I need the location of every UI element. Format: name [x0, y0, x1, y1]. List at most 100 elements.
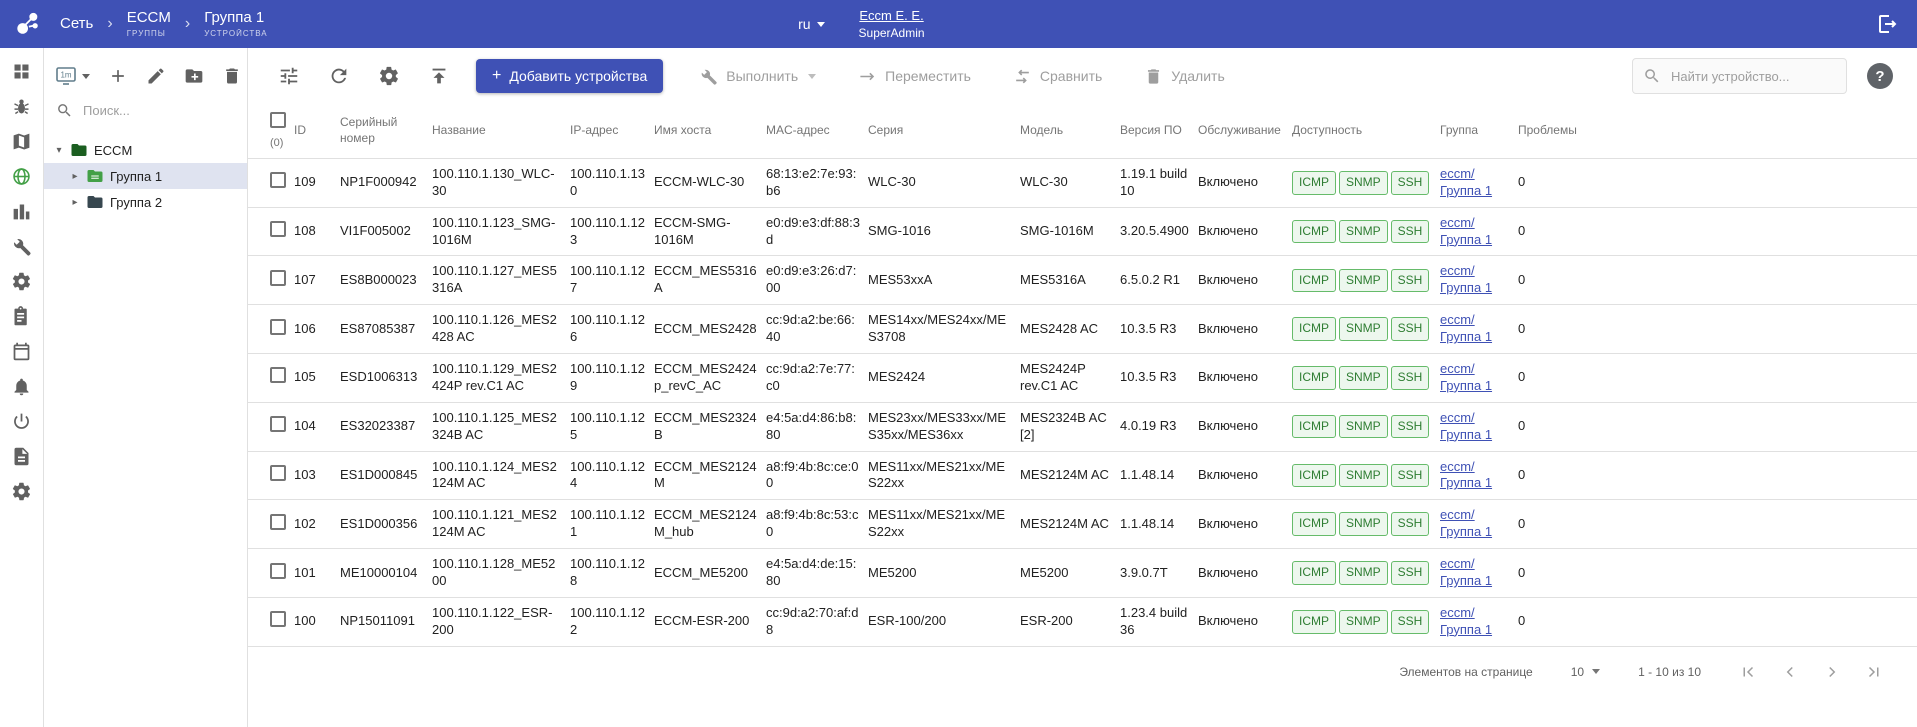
group-link[interactable]: eccm/ — [1440, 459, 1510, 476]
breadcrumb-item-group1[interactable]: Группа 1 УСТРОЙСТВА — [204, 10, 267, 38]
group-link[interactable]: eccm/ — [1440, 361, 1510, 378]
group-link[interactable]: Группа 1 — [1440, 280, 1510, 297]
sidebar-item-events[interactable] — [10, 95, 34, 117]
row-checkbox[interactable] — [270, 270, 286, 286]
tree-item-group2[interactable]: ▸ Группа 2 — [44, 189, 247, 215]
table-settings-button[interactable] — [378, 65, 400, 87]
add-group-button[interactable] — [108, 66, 128, 86]
move-button[interactable]: Переместить — [852, 66, 977, 87]
group-link[interactable]: eccm/ — [1440, 605, 1510, 622]
user-name-link[interactable]: Eccm E. E. — [859, 8, 923, 23]
group-link[interactable]: Группа 1 — [1440, 622, 1510, 639]
table-row[interactable]: 103 ES1D000845 100.110.1.124_MES2124M AC… — [248, 451, 1917, 500]
add-devices-button[interactable]: + Добавить устройства — [476, 59, 663, 93]
table-row[interactable]: 101 ME10000104 100.110.1.128_ME5200 100.… — [248, 549, 1917, 598]
tree-expander-icon[interactable]: ▾ — [54, 145, 64, 156]
tree-item-group1[interactable]: ▸ Группа 1 — [44, 163, 247, 189]
table-row[interactable]: 109 NP1F000942 100.110.1.130_WLC-30 100.… — [248, 158, 1917, 207]
delete-group-button[interactable] — [222, 66, 242, 86]
row-checkbox[interactable] — [270, 319, 286, 335]
row-checkbox[interactable] — [270, 367, 286, 383]
group-link[interactable]: Группа 1 — [1440, 475, 1510, 492]
row-checkbox[interactable] — [270, 611, 286, 627]
column-header-model[interactable]: Модель — [1020, 104, 1120, 158]
logout-button[interactable] — [1875, 12, 1899, 36]
language-select[interactable]: ru — [798, 16, 824, 32]
table-row[interactable]: 102 ES1D000356 100.110.1.121_MES2124M AC… — [248, 500, 1917, 549]
page-size-select[interactable]: 10 — [1571, 665, 1600, 679]
column-header-host[interactable]: Имя хоста — [654, 104, 766, 158]
group-link[interactable]: eccm/ — [1440, 507, 1510, 524]
sidebar-item-schedule[interactable] — [10, 340, 34, 362]
select-all-checkbox[interactable] — [270, 112, 286, 128]
sidebar-item-devices[interactable] — [10, 200, 34, 222]
refresh-button[interactable] — [328, 65, 350, 87]
table-row[interactable]: 105 ESD1006313 100.110.1.129_MES2424P re… — [248, 354, 1917, 403]
table-row[interactable]: 107 ES8B000023 100.110.1.127_MES5316A 10… — [248, 256, 1917, 305]
column-header-maintenance[interactable]: Обслуживание — [1198, 104, 1292, 158]
device-search-input[interactable] — [1669, 68, 1836, 85]
tree-item-eccm[interactable]: ▾ ECCM — [44, 137, 247, 163]
help-button[interactable]: ? — [1867, 63, 1893, 89]
column-header-serial[interactable]: Серийный номер — [340, 104, 432, 158]
tree-expander-icon[interactable]: ▸ — [70, 197, 80, 208]
column-header-id[interactable]: ID — [294, 104, 340, 158]
row-checkbox[interactable] — [270, 172, 286, 188]
upload-button[interactable] — [428, 65, 450, 87]
tree-search-input[interactable] — [81, 102, 235, 119]
group-link[interactable]: eccm/ — [1440, 263, 1510, 280]
column-header-series[interactable]: Серия — [868, 104, 1020, 158]
sidebar-item-network[interactable] — [10, 165, 34, 187]
delete-devices-button[interactable]: Удалить — [1138, 66, 1230, 87]
group-link[interactable]: eccm/ — [1440, 312, 1510, 329]
table-row[interactable]: 100 NP15011091 100.110.1.122_ESR-200 100… — [248, 597, 1917, 646]
sidebar-item-availability[interactable] — [10, 410, 34, 432]
row-checkbox[interactable] — [270, 465, 286, 481]
sidebar-item-logs[interactable] — [10, 445, 34, 467]
table-row[interactable]: 108 VI1F005002 100.110.1.123_SMG-1016M 1… — [248, 207, 1917, 256]
column-header-problems[interactable]: Проблемы — [1518, 104, 1917, 158]
sidebar-item-settings[interactable] — [10, 480, 34, 502]
column-header-availability[interactable]: Доступность — [1292, 104, 1440, 158]
add-subgroup-button[interactable] — [184, 66, 204, 86]
app-logo-icon[interactable] — [8, 4, 48, 44]
group-link[interactable]: Группа 1 — [1440, 524, 1510, 541]
column-header-fw[interactable]: Версия ПО — [1120, 104, 1198, 158]
group-link[interactable]: Группа 1 — [1440, 329, 1510, 346]
breadcrumb-item-network[interactable]: Сеть — [60, 16, 93, 33]
sidebar-item-tools[interactable] — [10, 235, 34, 257]
next-page-button[interactable] — [1823, 663, 1841, 681]
row-checkbox[interactable] — [270, 416, 286, 432]
sidebar-item-dashboard[interactable] — [10, 60, 34, 82]
edit-group-button[interactable] — [146, 66, 166, 86]
group-link[interactable]: eccm/ — [1440, 556, 1510, 573]
group-link[interactable]: eccm/ — [1440, 166, 1510, 183]
group-link[interactable]: eccm/ — [1440, 410, 1510, 427]
filter-button[interactable] — [278, 65, 300, 87]
last-page-button[interactable] — [1865, 663, 1883, 681]
group-link[interactable]: Группа 1 — [1440, 427, 1510, 444]
refresh-interval-select[interactable]: 1m — [54, 64, 90, 88]
breadcrumb-item-eccm[interactable]: ECCM ГРУППЫ — [127, 10, 171, 38]
row-checkbox[interactable] — [270, 514, 286, 530]
prev-page-button[interactable] — [1781, 663, 1799, 681]
group-link[interactable]: Группа 1 — [1440, 378, 1510, 395]
table-row[interactable]: 106 ES87085387 100.110.1.126_MES2428 AC … — [248, 305, 1917, 354]
table-row[interactable]: 104 ES32023387 100.110.1.125_MES2324B AC… — [248, 402, 1917, 451]
column-header-ip[interactable]: IP-адрес — [570, 104, 654, 158]
first-page-button[interactable] — [1739, 663, 1757, 681]
group-link[interactable]: Группа 1 — [1440, 232, 1510, 249]
group-link[interactable]: eccm/ — [1440, 215, 1510, 232]
sidebar-item-notifications[interactable] — [10, 375, 34, 397]
row-checkbox[interactable] — [270, 221, 286, 237]
row-checkbox[interactable] — [270, 563, 286, 579]
sidebar-item-tasks[interactable] — [10, 305, 34, 327]
execute-button[interactable]: Выполнить — [693, 66, 822, 87]
compare-button[interactable]: Сравнить — [1007, 66, 1108, 87]
column-header-name[interactable]: Название — [432, 104, 570, 158]
group-link[interactable]: Группа 1 — [1440, 573, 1510, 590]
sidebar-item-firmware[interactable] — [10, 270, 34, 292]
column-header-mac[interactable]: MAC-адрес — [766, 104, 868, 158]
column-header-group[interactable]: Группа — [1440, 104, 1518, 158]
sidebar-item-map[interactable] — [10, 130, 34, 152]
